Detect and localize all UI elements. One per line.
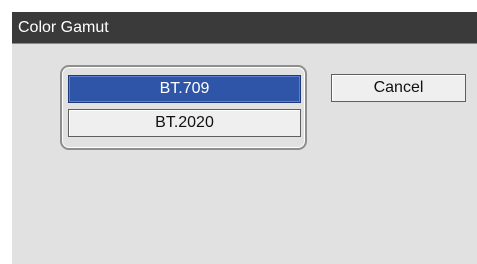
option-bt709[interactable]: BT.709 <box>68 75 301 103</box>
option-bt2020[interactable]: BT.2020 <box>68 109 301 137</box>
dialog-titlebar: Color Gamut <box>12 12 477 44</box>
dialog-title: Color Gamut <box>18 19 109 36</box>
cancel-button[interactable]: Cancel <box>331 74 466 102</box>
color-gamut-dialog: Color Gamut BT.709 BT.2020 Cancel <box>12 12 477 264</box>
gamut-option-group: BT.709 BT.2020 <box>60 65 307 150</box>
